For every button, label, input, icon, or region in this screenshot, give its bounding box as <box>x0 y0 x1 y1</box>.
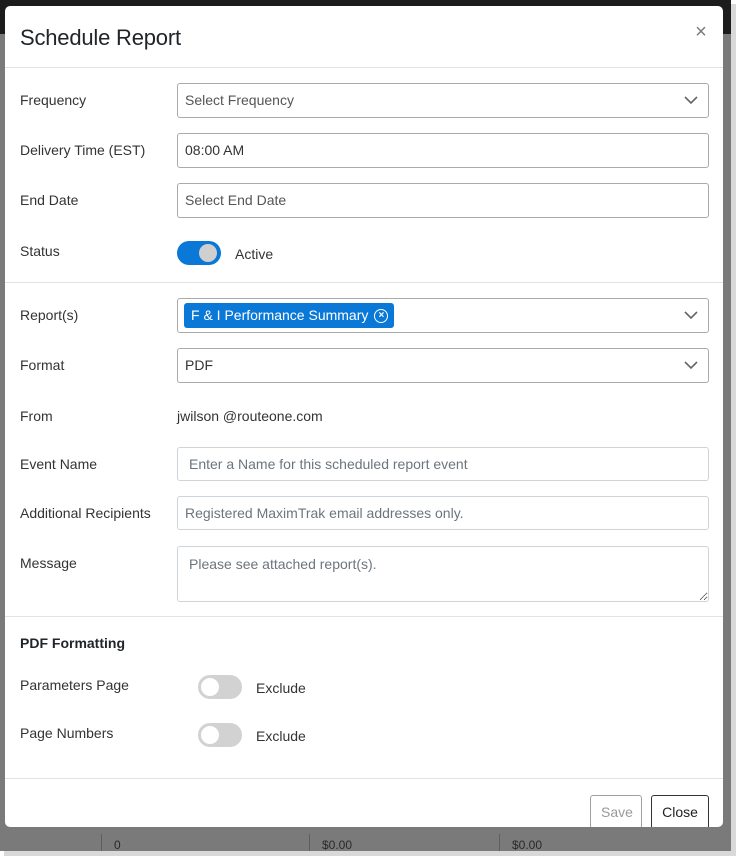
message-textarea[interactable] <box>177 546 709 602</box>
end-date-input[interactable]: Select End Date <box>177 183 709 218</box>
frequency-placeholder: Select Frequency <box>185 92 294 108</box>
format-row: Format PDF <box>5 348 723 384</box>
toggle-knob <box>201 678 219 696</box>
end-date-placeholder: Select End Date <box>185 192 287 208</box>
dialog-footer: Save Close <box>5 778 723 827</box>
additional-recipients-row: Additional Recipients <box>5 496 723 530</box>
status-toggle[interactable] <box>177 241 221 265</box>
frequency-row: Frequency Select Frequency <box>5 83 723 119</box>
additional-recipients-label: Additional Recipients <box>20 505 151 521</box>
background-cell: 0 <box>114 838 121 852</box>
event-name-row: Event Name <box>5 447 723 481</box>
window-shadow <box>731 4 736 856</box>
section-divider <box>5 282 723 283</box>
frequency-select[interactable]: Select Frequency <box>177 83 709 118</box>
report-chip-label: F & I Performance Summary <box>191 307 369 323</box>
page-numbers-toggle[interactable] <box>198 723 242 747</box>
end-date-label: End Date <box>20 192 79 208</box>
from-label: From <box>20 408 53 424</box>
reports-row: Report(s) F & I Performance Summary × <box>5 298 723 334</box>
status-row: Status Active <box>5 240 723 270</box>
delivery-time-row: Delivery Time (EST) 08:00 AM <box>5 133 723 169</box>
parameters-page-toggle[interactable] <box>198 675 242 699</box>
format-label: Format <box>20 357 65 373</box>
reports-label: Report(s) <box>20 307 79 323</box>
frequency-label: Frequency <box>20 92 87 108</box>
status-label: Status <box>20 243 60 259</box>
end-date-row: End Date Select End Date <box>5 183 723 219</box>
chevron-down-icon <box>684 96 698 105</box>
dialog-header: Schedule Report × <box>5 6 723 68</box>
from-row: From jwilson @routeone.com <box>5 406 723 426</box>
background-cell: $0.00 <box>322 838 353 852</box>
delivery-time-input[interactable]: 08:00 AM <box>177 133 709 168</box>
reports-multiselect[interactable]: F & I Performance Summary × <box>177 298 709 333</box>
dialog-title: Schedule Report <box>20 25 181 50</box>
event-name-input[interactable] <box>177 447 709 481</box>
page-numbers-row: Page Numbers Exclude <box>5 722 723 750</box>
delivery-time-value: 08:00 AM <box>185 142 245 158</box>
column-divider <box>499 834 500 851</box>
column-divider <box>101 834 102 851</box>
toggle-knob <box>199 244 217 262</box>
event-name-label: Event Name <box>20 456 98 472</box>
report-chip: F & I Performance Summary × <box>184 303 395 328</box>
status-toggle-label: Active <box>235 246 274 262</box>
from-email: jwilson @routeone.com <box>177 408 323 424</box>
background-cell: $0.00 <box>512 838 543 852</box>
parameters-page-label: Parameters Page <box>20 677 129 693</box>
chevron-down-icon <box>684 311 698 320</box>
message-label: Message <box>20 555 77 571</box>
background-table-row: 0 $0.00 $0.00 <box>0 834 731 852</box>
toggle-knob <box>201 726 219 744</box>
page-numbers-label: Page Numbers <box>20 725 114 741</box>
delivery-time-label: Delivery Time (EST) <box>20 142 146 158</box>
message-row: Message <box>5 546 723 602</box>
page-numbers-toggle-label: Exclude <box>256 728 306 744</box>
format-select[interactable]: PDF <box>177 348 709 383</box>
parameters-page-row: Parameters Page Exclude <box>5 674 723 702</box>
format-value: PDF <box>185 357 213 373</box>
column-divider <box>309 834 310 851</box>
section-divider <box>5 616 723 617</box>
chevron-down-icon <box>684 361 698 370</box>
close-x-icon[interactable]: × <box>693 22 709 42</box>
parameters-page-toggle-label: Exclude <box>256 680 306 696</box>
pdf-formatting-heading: PDF Formatting <box>20 635 125 651</box>
window-shadow <box>4 851 736 856</box>
schedule-report-dialog: Schedule Report × Frequency Select Frequ… <box>5 6 723 827</box>
additional-recipients-input[interactable] <box>177 496 709 530</box>
save-button[interactable]: Save <box>590 795 642 827</box>
circle-x-icon[interactable]: × <box>374 308 389 323</box>
close-button[interactable]: Close <box>651 795 709 827</box>
